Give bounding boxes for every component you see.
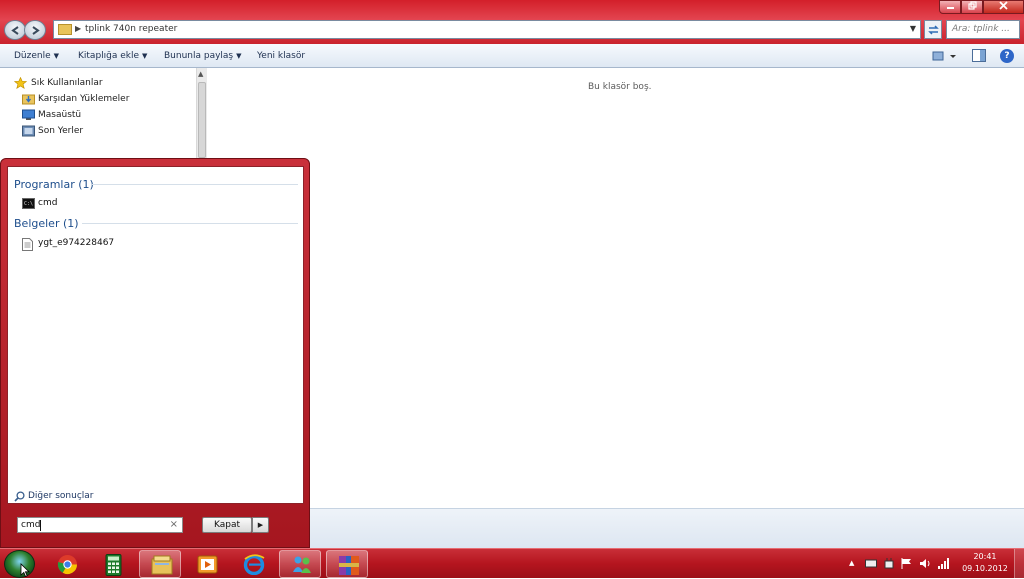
refresh-icon xyxy=(928,25,939,35)
more-results-link[interactable]: Diğer sonuçlar xyxy=(14,491,94,505)
folder-icon xyxy=(58,24,72,35)
scroll-up-arrow-icon[interactable]: ▲ xyxy=(198,70,203,78)
scroll-thumb[interactable] xyxy=(198,82,206,158)
document-icon xyxy=(22,238,33,251)
internet-explorer-icon xyxy=(243,554,265,575)
refresh-button[interactable] xyxy=(924,20,942,39)
nav-pane-scrollbar[interactable]: ▲ xyxy=(196,68,207,158)
action-center-flag-icon[interactable] xyxy=(901,558,913,569)
organize-label: Düzenle xyxy=(14,51,51,61)
search-input-value: cmd xyxy=(21,520,41,530)
empty-folder-message: Bu klasör boş. xyxy=(588,82,652,92)
cmd-icon: C:\ xyxy=(22,198,35,209)
minimize-icon xyxy=(946,7,954,9)
taskbar-app-calculator[interactable] xyxy=(92,550,134,578)
help-button[interactable]: ? xyxy=(1000,49,1014,63)
taskbar-app-winrar[interactable] xyxy=(326,550,368,578)
start-menu: Programlar (1) C:\ cmd Belgeler (1) ygt_… xyxy=(0,158,310,548)
svg-text:C:\: C:\ xyxy=(24,201,33,207)
clock-time: 20:41 xyxy=(973,552,997,561)
mouse-cursor-icon xyxy=(20,563,30,578)
taskbar-app-chrome[interactable] xyxy=(46,550,88,578)
section-header-programs[interactable]: Programlar (1) xyxy=(14,178,94,191)
star-icon xyxy=(14,77,27,89)
chevron-down-icon: ▼ xyxy=(142,52,148,60)
organize-menu[interactable]: Düzenle ▼ xyxy=(14,51,59,61)
taskbar-app-messenger[interactable] xyxy=(279,550,321,578)
search-placeholder: Ara: tplink ... xyxy=(952,24,1010,34)
share-with-label: Bununla paylaş xyxy=(164,51,234,61)
text-caret xyxy=(40,520,41,531)
result-item-label: cmd xyxy=(38,198,58,208)
shutdown-options-arrow-icon[interactable]: ▶ xyxy=(252,517,269,533)
downloads-folder-icon xyxy=(22,94,35,105)
taskbar-app-media-player[interactable] xyxy=(186,550,228,578)
media-player-icon xyxy=(197,555,218,574)
volume-icon[interactable] xyxy=(919,558,931,569)
back-arrow-icon xyxy=(11,26,19,35)
chevron-down-icon: ▼ xyxy=(236,52,242,60)
clear-search-button[interactable]: × xyxy=(170,519,178,530)
section-divider xyxy=(82,223,298,224)
breadcrumb-chevron-icon[interactable]: ▶ xyxy=(75,24,81,33)
more-results-label: Diğer sonuçlar xyxy=(28,491,94,501)
change-view-button[interactable] xyxy=(932,50,958,63)
system-clock[interactable]: 20:41 09.10.2012 xyxy=(958,551,1012,577)
include-in-library-menu[interactable]: Kitaplığa ekle ▼ xyxy=(78,51,147,61)
share-with-menu[interactable]: Bununla paylaş ▼ xyxy=(164,51,242,61)
nav-item-label: Karşıdan Yüklemeler xyxy=(38,94,130,104)
show-hidden-icons-icon[interactable]: ▲ xyxy=(849,559,854,567)
view-icon xyxy=(932,51,956,61)
file-list-pane[interactable]: Bu klasör boş. xyxy=(208,68,1024,508)
command-bar: Düzenle ▼ Kitaplığa ekle ▼ Bununla paylaş ▼… xyxy=(0,44,1024,68)
chrome-icon xyxy=(57,555,77,575)
keyboard-icon[interactable] xyxy=(865,558,877,569)
forward-button[interactable] xyxy=(24,20,46,40)
address-bar[interactable]: ▶ tplink 740n repeater ▼ xyxy=(53,20,921,39)
forward-arrow-icon xyxy=(32,26,40,35)
show-desktop-button[interactable] xyxy=(1014,549,1024,579)
search-icon xyxy=(14,491,25,502)
winrar-icon xyxy=(339,556,359,575)
search-input[interactable]: Ara: tplink ... xyxy=(946,20,1020,39)
clock-date: 09.10.2012 xyxy=(962,564,1008,573)
minimize-button[interactable] xyxy=(939,0,961,14)
include-in-library-label: Kitaplığa ekle xyxy=(78,51,140,61)
power-plug-icon[interactable] xyxy=(883,558,895,569)
messenger-icon xyxy=(293,556,311,573)
taskbar-app-internet-explorer[interactable] xyxy=(232,550,274,578)
close-icon xyxy=(999,1,1008,10)
navigation-pane: Sık Kullanılanlar Karşıdan Yüklemeler Ma… xyxy=(0,68,207,158)
recent-places-icon xyxy=(22,125,35,137)
address-history-dropdown-icon[interactable]: ▼ xyxy=(910,24,916,33)
section-header-documents[interactable]: Belgeler (1) xyxy=(14,217,79,230)
restore-icon xyxy=(967,1,977,10)
start-search-input[interactable]: cmd × xyxy=(17,517,183,533)
taskbar-app-explorer[interactable] xyxy=(139,550,181,578)
nav-item-label: Sık Kullanılanlar xyxy=(31,78,103,88)
restore-button[interactable] xyxy=(961,0,983,14)
chevron-down-icon: ▼ xyxy=(53,52,60,60)
shutdown-button[interactable]: Kapat xyxy=(202,517,252,533)
result-item-label: ygt_e974228467 xyxy=(38,238,115,248)
window-titlebar: ▶ tplink 740n repeater ▼ Ara: tplink ... xyxy=(0,0,1024,44)
close-button[interactable] xyxy=(983,0,1024,14)
breadcrumb-folder[interactable]: tplink 740n repeater xyxy=(85,24,177,34)
new-folder-button[interactable]: Yeni klasör xyxy=(257,51,305,61)
notification-area: ▲ xyxy=(845,549,960,579)
calculator-icon xyxy=(105,554,122,576)
windows-explorer-icon xyxy=(151,555,173,575)
network-signal-icon[interactable] xyxy=(937,558,949,569)
search-results-panel: Programlar (1) C:\ cmd Belgeler (1) ygt_… xyxy=(7,166,304,504)
desktop-icon xyxy=(22,109,35,120)
preview-pane-button[interactable] xyxy=(972,49,986,62)
taskbar: ▲ 20:41 09.10.2012 xyxy=(0,548,1024,579)
nav-item-label: Masaüstü xyxy=(38,110,82,120)
nav-item-label: Son Yerler xyxy=(38,126,84,136)
section-divider xyxy=(92,184,298,185)
back-button[interactable] xyxy=(4,20,26,40)
